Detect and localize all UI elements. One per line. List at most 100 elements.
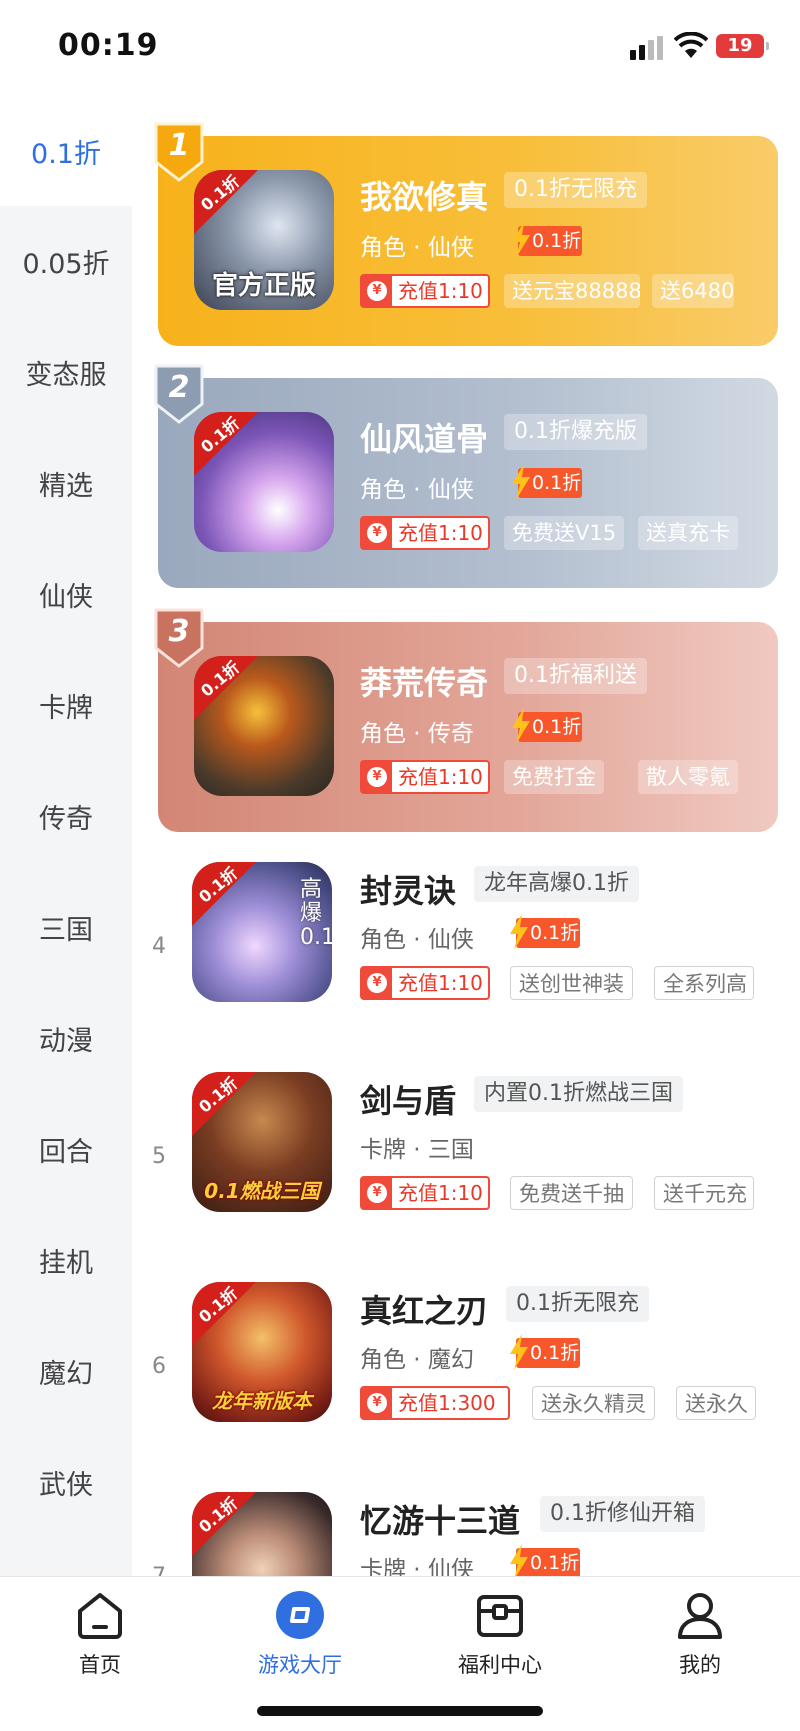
tab-welfare-center[interactable]: 福利中心	[430, 1585, 570, 1685]
tab-home[interactable]: 首页	[30, 1585, 170, 1685]
game-tag: 0.1折爆充版	[504, 414, 647, 450]
discount-badge: 0.1折	[510, 708, 584, 744]
game-category: 角色 · 传奇	[360, 721, 474, 747]
perk-tag: 送永久	[676, 1386, 756, 1420]
game-title: 剑与盾	[360, 1082, 457, 1120]
game-category: 角色 · 仙侠	[360, 235, 474, 261]
perk-tag: 免费打金	[504, 760, 604, 794]
lightning-icon	[510, 914, 528, 950]
status-time: 00:19	[58, 28, 159, 63]
battery-icon: 19	[716, 34, 769, 58]
sidebar-item-card[interactable]: 卡牌	[0, 650, 132, 760]
game-icon[interactable]: 0.1折	[194, 412, 334, 552]
discount-badge: 0.1折	[508, 1544, 582, 1576]
lightning-icon	[510, 1334, 528, 1370]
perk-tag: 送6480	[652, 274, 734, 308]
recharge-ratio-badge: ¥ 充值1:10	[360, 274, 490, 308]
rank-number: 4	[152, 934, 166, 959]
wifi-icon	[673, 31, 709, 60]
sidebar-item-0.1-discount[interactable]: 0.1折	[0, 96, 132, 206]
sidebar-item-fantasy[interactable]: 魔幻	[0, 1316, 132, 1426]
sidebar-item-featured[interactable]: 精选	[0, 428, 132, 538]
rank-number: 5	[152, 1144, 166, 1169]
game-title: 封灵诀	[360, 872, 457, 910]
game-title: 忆游十三道	[360, 1502, 521, 1540]
lightning-icon	[512, 464, 530, 500]
sidebar-item-anime[interactable]: 动漫	[0, 983, 132, 1093]
sidebar-item-0.05-discount[interactable]: 0.05折	[0, 206, 132, 316]
cellular-signal-icon	[630, 36, 666, 60]
list-item[interactable]: 5 0.1折 0.1燃战三国 剑与盾 内置0.1折燃战三国 卡牌 · 三国 ¥ …	[140, 1072, 800, 1242]
coin-icon: ¥	[367, 1183, 387, 1203]
status-bar: 00:19 19	[0, 0, 800, 96]
game-icon[interactable]: 0.1折	[192, 1492, 332, 1576]
game-category: 角色 · 魔幻	[360, 1347, 474, 1373]
game-category: 角色 · 仙侠	[360, 477, 474, 503]
list-item[interactable]: 4 0.1折 高爆0.1 封灵诀 龙年高爆0.1折 角色 · 仙侠 0.1折 ¥…	[140, 862, 800, 1032]
game-tag: 龙年高爆0.1折	[474, 866, 639, 902]
home-icon	[78, 1593, 122, 1639]
discount-badge: 0.1折	[508, 1334, 582, 1370]
discount-ribbon: 0.1折	[192, 1072, 256, 1136]
game-icon[interactable]: 0.1折 龙年新版本	[192, 1282, 332, 1422]
perk-tag: 送永久精灵	[532, 1386, 655, 1420]
game-category: 卡牌 · 仙侠	[360, 1557, 474, 1576]
discount-ribbon: 0.1折	[192, 862, 256, 926]
list-item[interactable]: 7 0.1折 忆游十三道 0.1折修仙开箱 卡牌 · 仙侠 0.1折	[140, 1492, 800, 1576]
coin-icon: ¥	[367, 767, 387, 787]
sidebar-item-modded-server[interactable]: 变态服	[0, 317, 132, 427]
game-icon[interactable]: 0.1折 官方正版	[194, 170, 334, 310]
recharge-ratio-badge: ¥ 充值1:10	[360, 966, 490, 1000]
tab-profile[interactable]: 我的	[630, 1585, 770, 1685]
coin-icon: ¥	[367, 281, 387, 301]
game-card[interactable]: 2 0.1折 仙风道骨 0.1折爆充版 角色 · 仙侠 0.1折 ¥ 充值1:1…	[154, 364, 778, 588]
sidebar-item-idle[interactable]: 挂机	[0, 1205, 132, 1315]
discount-badge: 0.1折	[510, 222, 584, 258]
perk-tag: 送元宝88888	[504, 274, 640, 308]
recharge-ratio-badge: ¥ 充值1:10	[360, 1176, 490, 1210]
lightning-icon	[512, 222, 530, 258]
game-icon[interactable]: 0.1折 0.1燃战三国	[192, 1072, 332, 1212]
list-item[interactable]: 6 0.1折 龙年新版本 真红之刃 0.1折无限充 角色 · 魔幻 0.1折 ¥…	[140, 1282, 800, 1452]
coin-icon: ¥	[367, 1393, 387, 1413]
perk-tag: 送创世神装	[510, 966, 633, 1000]
game-ranking-list: 1 0.1折 官方正版 我欲修真 0.1折无限充 角色 · 仙侠 0.1折 ¥ …	[140, 96, 800, 1576]
sidebar-item-turn-based[interactable]: 回合	[0, 1094, 132, 1204]
sidebar-item-three-kingdoms[interactable]: 三国	[0, 872, 132, 982]
perk-tag: 送真充卡	[638, 516, 738, 550]
sidebar-item-legend[interactable]: 传奇	[0, 761, 132, 871]
perk-tag: 免费送V15	[504, 516, 625, 550]
perk-tag: 免费送千抽	[510, 1176, 633, 1210]
home-indicator	[257, 1706, 543, 1716]
gift-box-icon	[477, 1595, 523, 1637]
perk-tag: 散人零氪	[638, 760, 738, 794]
game-category: 卡牌 · 三国	[360, 1137, 474, 1163]
tab-game-hall[interactable]: 游戏大厅	[230, 1585, 370, 1685]
recharge-ratio-badge: ¥ 充值1:300	[360, 1386, 510, 1420]
game-tag: 内置0.1折燃战三国	[474, 1076, 683, 1112]
discount-badge: 0.1折	[510, 464, 584, 500]
game-icon[interactable]: 0.1折 高爆0.1	[192, 862, 332, 1002]
game-tag: 0.1折无限充	[504, 172, 647, 208]
perk-tag: 全系列高	[654, 966, 754, 1000]
recharge-ratio-badge: ¥ 充值1:10	[360, 516, 490, 550]
discount-ribbon: 0.1折	[194, 656, 258, 720]
game-tag: 0.1折修仙开箱	[540, 1496, 705, 1532]
lightning-icon	[512, 708, 530, 744]
rank-number: 6	[152, 1354, 166, 1379]
rank-number: 7	[152, 1564, 166, 1576]
discount-ribbon: 0.1折	[194, 412, 258, 476]
game-hall-icon	[276, 1591, 324, 1639]
profile-icon	[678, 1593, 722, 1639]
game-category: 角色 · 仙侠	[360, 927, 474, 953]
sidebar-item-xianxia[interactable]: 仙侠	[0, 539, 132, 649]
coin-icon: ¥	[367, 973, 387, 993]
sidebar-item-wuxia[interactable]: 武侠	[0, 1427, 132, 1537]
game-tag: 0.1折福利送	[504, 658, 647, 694]
discount-ribbon: 0.1折	[194, 170, 258, 234]
game-card[interactable]: 3 0.1折 莽荒传奇 0.1折福利送 角色 · 传奇 0.1折 ¥ 充值1:1…	[154, 608, 778, 832]
discount-badge: 0.1折	[508, 914, 582, 950]
game-card[interactable]: 1 0.1折 官方正版 我欲修真 0.1折无限充 角色 · 仙侠 0.1折 ¥ …	[154, 122, 778, 346]
game-title: 仙风道骨	[360, 420, 489, 458]
game-icon[interactable]: 0.1折	[194, 656, 334, 796]
